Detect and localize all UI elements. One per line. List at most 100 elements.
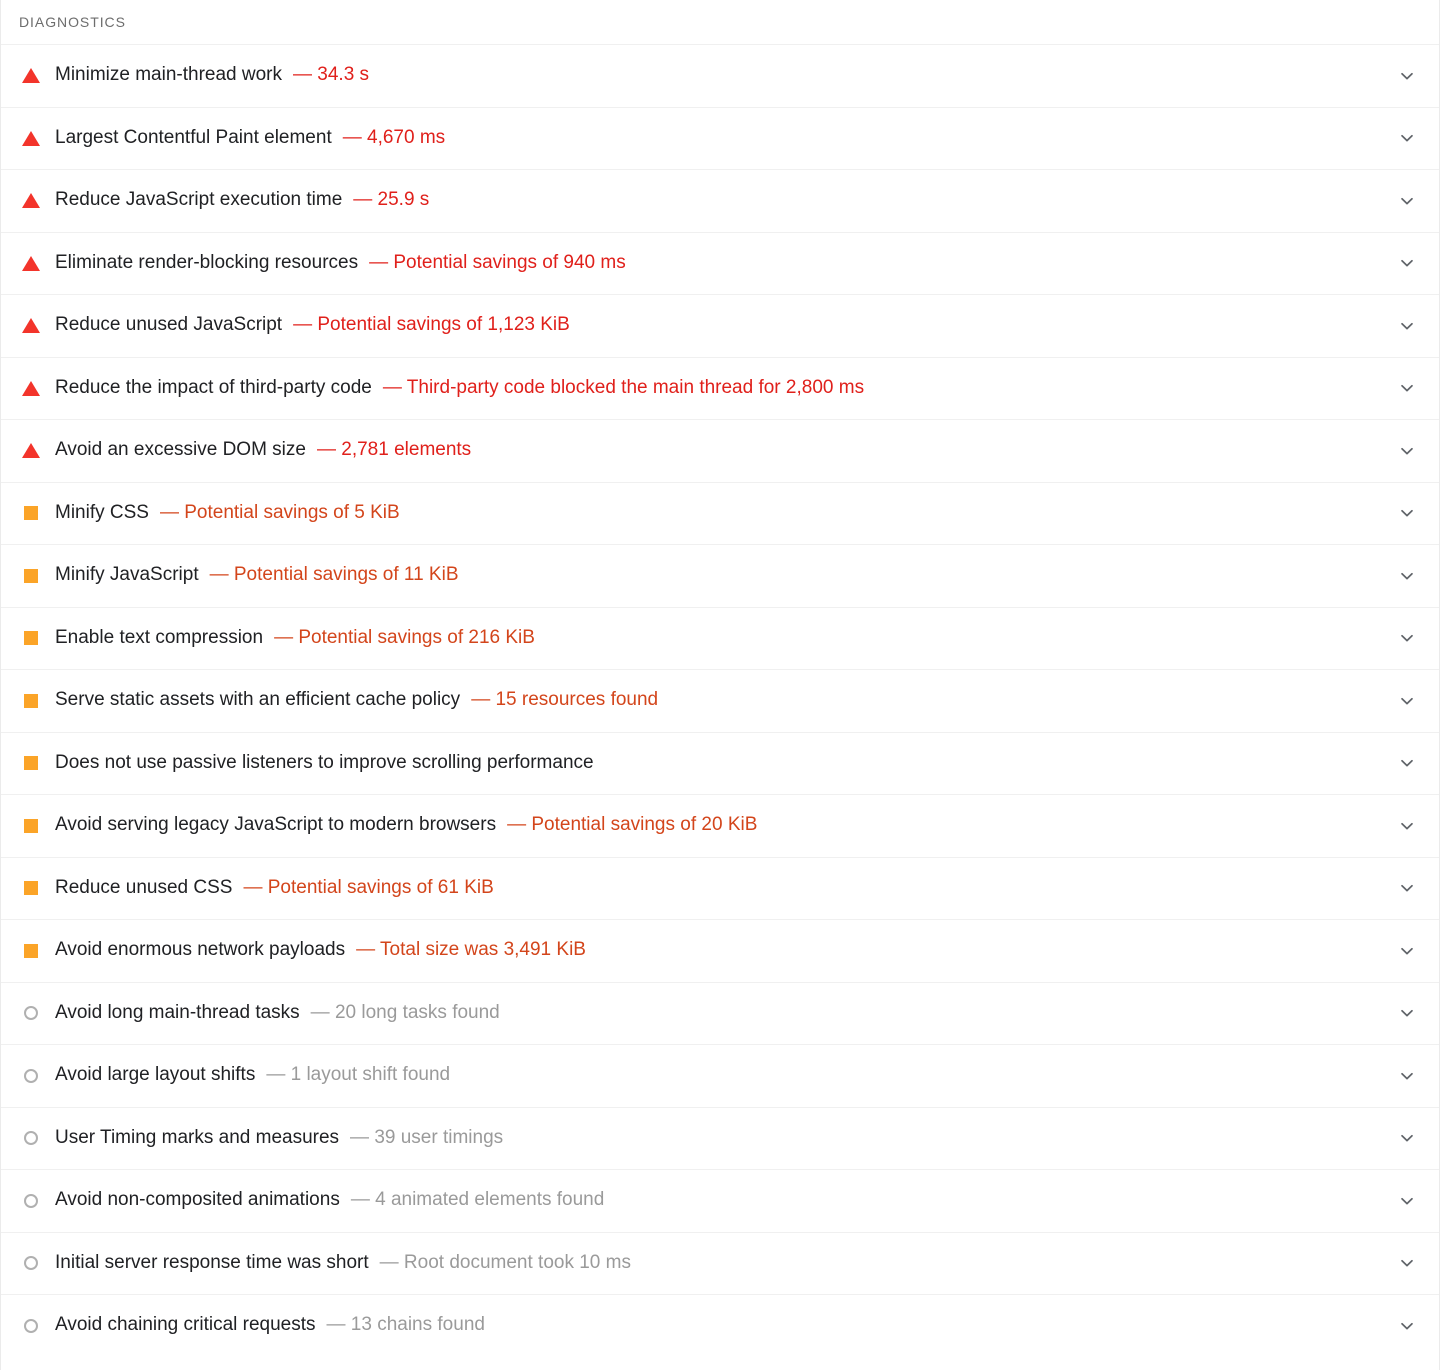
chevron-down-icon[interactable] — [1395, 689, 1419, 713]
audit-title: Avoid chaining critical requests — [55, 1314, 316, 1336]
audit-text: Avoid serving legacy JavaScript to moder… — [55, 814, 1383, 837]
audit-row[interactable]: Enable text compression — Potential savin… — [1, 606, 1439, 669]
chevron-down-icon[interactable] — [1395, 1064, 1419, 1088]
gray-circle-icon-shape — [24, 1193, 38, 1208]
audit-row[interactable]: Initial server response time was short — … — [1, 1231, 1439, 1294]
red-triangle-icon — [21, 66, 41, 86]
audit-row[interactable]: Reduce unused CSS — Potential savings of … — [1, 856, 1439, 919]
audit-row[interactable]: Minify CSS — Potential savings of 5 KiB — [1, 481, 1439, 544]
audit-title: Initial server response time was short — [55, 1251, 369, 1273]
audit-text: Serve static assets with an efficient ca… — [55, 689, 1383, 712]
audit-value: — 13 chains found — [326, 1314, 485, 1336]
audit-title: Reduce the impact of third-party code — [55, 376, 372, 398]
audit-row[interactable]: Avoid large layout shifts — 1 layout shif… — [1, 1044, 1439, 1107]
audit-row[interactable]: Avoid non-composited animations — 4 anima… — [1, 1169, 1439, 1232]
chevron-down-icon[interactable] — [1395, 814, 1419, 838]
audit-text: Minify CSS — Potential savings of 5 KiB — [55, 502, 1383, 525]
audit-value: — Potential savings of 1,123 KiB — [293, 314, 570, 336]
audit-row[interactable]: Serve static assets with an efficient ca… — [1, 669, 1439, 732]
audit-title: Minimize main-thread work — [55, 64, 283, 86]
audit-title: Reduce unused CSS — [55, 876, 233, 898]
chevron-down-icon[interactable] — [1395, 501, 1419, 525]
audit-text: Does not use passive listeners to improv… — [55, 752, 1383, 775]
audit-row[interactable]: Does not use passive listeners to improv… — [1, 731, 1439, 794]
audit-row[interactable]: Avoid an excessive DOM size — 2,781 eleme… — [1, 419, 1439, 482]
chevron-down-icon[interactable] — [1395, 1126, 1419, 1150]
audit-row[interactable]: Minimize main-thread work — 34.3 s — [1, 44, 1439, 107]
chevron-down-icon[interactable] — [1395, 876, 1419, 900]
audit-text: Eliminate render-blocking resources — Pot… — [55, 252, 1383, 275]
section-title: DIAGNOSTICS — [19, 14, 126, 30]
audit-value: — 25.9 s — [353, 189, 430, 211]
orange-square-icon-shape — [24, 568, 38, 583]
chevron-down-icon[interactable] — [1395, 751, 1419, 775]
orange-square-icon — [21, 878, 41, 898]
audit-row[interactable]: Avoid serving legacy JavaScript to moder… — [1, 794, 1439, 857]
orange-square-icon-shape — [24, 693, 38, 708]
audit-value: — 20 long tasks found — [310, 1001, 500, 1023]
red-triangle-icon — [21, 378, 41, 398]
gray-circle-icon — [21, 1066, 41, 1086]
chevron-down-icon[interactable] — [1395, 1189, 1419, 1213]
orange-square-icon-shape — [24, 881, 38, 896]
orange-square-icon — [21, 503, 41, 523]
chevron-down-icon[interactable] — [1395, 626, 1419, 650]
audit-title: Enable text compression — [55, 626, 264, 648]
audit-title: Minify CSS — [55, 501, 149, 523]
audit-text: Largest Contentful Paint element — 4,670 … — [55, 127, 1383, 150]
chevron-down-icon[interactable] — [1395, 251, 1419, 275]
audit-row[interactable]: Avoid enormous network payloads — Total s… — [1, 919, 1439, 982]
audit-value: — Total size was 3,491 KiB — [356, 939, 586, 961]
audit-row[interactable]: Largest Contentful Paint element — 4,670 … — [1, 106, 1439, 169]
audit-text: Initial server response time was short — … — [55, 1252, 1383, 1275]
chevron-down-icon[interactable] — [1395, 1001, 1419, 1025]
audit-text: Minimize main-thread work — 34.3 s — [55, 64, 1383, 87]
orange-square-icon-shape — [24, 506, 38, 521]
audit-row[interactable]: Reduce the impact of third-party code — T… — [1, 356, 1439, 419]
chevron-down-icon[interactable] — [1395, 126, 1419, 150]
chevron-down-icon[interactable] — [1395, 64, 1419, 88]
audit-value: — 34.3 s — [293, 64, 370, 86]
chevron-down-icon[interactable] — [1395, 1314, 1419, 1338]
audit-row[interactable]: User Timing marks and measures — 39 user … — [1, 1106, 1439, 1169]
audit-text: Avoid non-composited animations — 4 anima… — [55, 1189, 1383, 1212]
chevron-down-icon[interactable] — [1395, 939, 1419, 963]
audit-text: Reduce unused JavaScript — Potential savi… — [55, 314, 1383, 337]
audit-value: — 39 user timings — [350, 1126, 504, 1148]
chevron-down-icon[interactable] — [1395, 439, 1419, 463]
gray-circle-icon — [21, 1253, 41, 1273]
audit-row[interactable]: Avoid chaining critical requests — 13 cha… — [1, 1294, 1439, 1357]
audit-row[interactable]: Reduce JavaScript execution time — 25.9 s — [1, 169, 1439, 232]
audit-text: Avoid enormous network payloads — Total s… — [55, 939, 1383, 962]
red-triangle-icon-shape — [22, 443, 40, 459]
audit-text: Avoid large layout shifts — 1 layout shif… — [55, 1064, 1383, 1087]
audit-row[interactable]: Minify JavaScript — Potential savings of … — [1, 544, 1439, 607]
audit-value: — Potential savings of 5 KiB — [159, 501, 400, 523]
audit-row[interactable]: Reduce unused JavaScript — Potential savi… — [1, 294, 1439, 357]
audit-value: — 4 animated elements found — [350, 1189, 605, 1211]
audit-title: Avoid serving legacy JavaScript to moder… — [55, 814, 497, 836]
audit-text: Avoid an excessive DOM size — 2,781 eleme… — [55, 439, 1383, 462]
audit-value: — Potential savings of 940 ms — [369, 251, 626, 273]
red-triangle-icon-shape — [22, 318, 40, 334]
chevron-down-icon[interactable] — [1395, 376, 1419, 400]
orange-square-icon-shape — [24, 818, 38, 833]
audit-value: — Potential savings of 11 KiB — [209, 564, 459, 586]
audit-text: Enable text compression — Potential savin… — [55, 627, 1383, 650]
audit-value: — 2,781 elements — [316, 439, 472, 461]
chevron-down-icon[interactable] — [1395, 314, 1419, 338]
audit-row[interactable]: Avoid long main-thread tasks — 20 long ta… — [1, 981, 1439, 1044]
audit-title: Largest Contentful Paint element — [55, 126, 332, 148]
chevron-down-icon[interactable] — [1395, 564, 1419, 588]
audit-title: Minify JavaScript — [55, 564, 199, 586]
gray-circle-icon — [21, 1316, 41, 1336]
audit-value: — Potential savings of 61 KiB — [243, 876, 494, 898]
audit-title: Avoid an excessive DOM size — [55, 439, 306, 461]
audit-text: Avoid chaining critical requests — 13 cha… — [55, 1314, 1383, 1337]
chevron-down-icon[interactable] — [1395, 189, 1419, 213]
red-triangle-icon-shape — [22, 380, 40, 396]
audit-row[interactable]: Eliminate render-blocking resources — Pot… — [1, 231, 1439, 294]
chevron-down-icon[interactable] — [1395, 1251, 1419, 1275]
audit-text: User Timing marks and measures — 39 user … — [55, 1127, 1383, 1150]
audit-text: Reduce the impact of third-party code — T… — [55, 377, 1383, 400]
